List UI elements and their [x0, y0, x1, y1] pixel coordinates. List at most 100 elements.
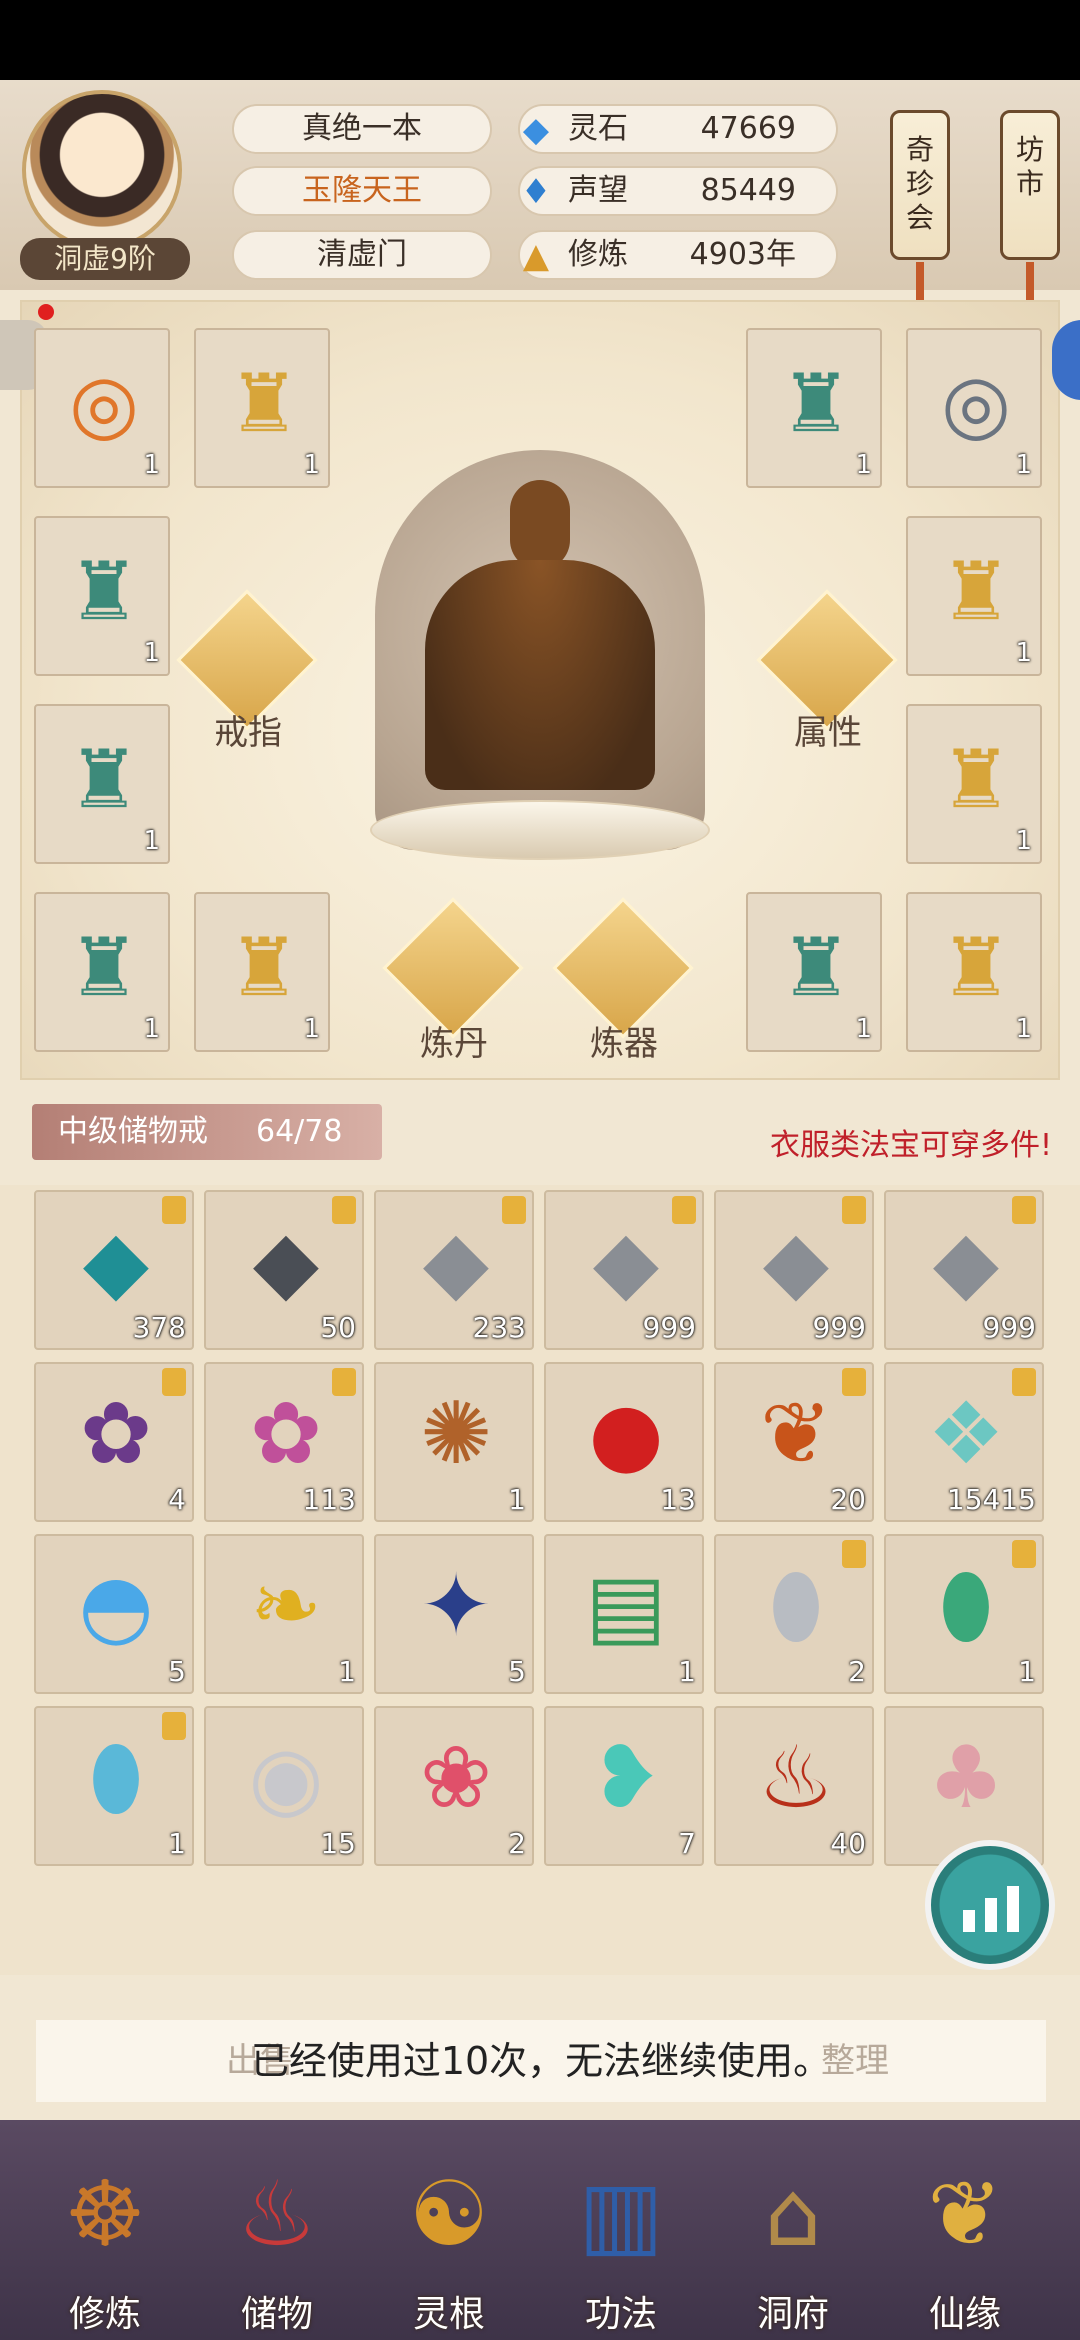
inventory-slot[interactable]: ⬮ 1 [884, 1534, 1044, 1694]
slot-count: 1 [303, 1014, 320, 1044]
inventory-slot[interactable]: ◓ 5 [34, 1534, 194, 1694]
item-count: 4 [168, 1483, 186, 1516]
slot-count: 1 [143, 450, 160, 480]
ring-icon: ◎ [69, 357, 139, 450]
jade-scroll-icon: ▤ [585, 1556, 667, 1656]
nav-item-spirit-root[interactable]: ☯ 灵根 [374, 2135, 524, 2335]
jade-robe-icon: ♜ [780, 357, 852, 450]
inventory-slot[interactable]: ◆ 999 [544, 1190, 704, 1350]
inventory-slot[interactable]: ◆ 378 [34, 1190, 194, 1350]
forge-button-label[interactable]: 炼器 [564, 1016, 684, 1065]
equip-slot-robe[interactable]: ♜ 1 [906, 704, 1042, 864]
inventory-slot[interactable]: ❖ 15415 [884, 1362, 1044, 1522]
inventory-slot[interactable]: ❀ 2 [374, 1706, 534, 1866]
equip-slot-robe[interactable]: ♜ 1 [906, 892, 1042, 1052]
sort-button[interactable]: 整理 [821, 2020, 889, 2102]
golden-robe-icon: ♜ [940, 545, 1012, 638]
lock-icon [332, 1368, 356, 1396]
gourd-icon: ❦ [759, 1384, 833, 1484]
inventory-slot[interactable]: ● 13 [544, 1362, 704, 1522]
notification-dot [38, 304, 54, 320]
realm-badge: 洞虚9阶 [20, 238, 190, 280]
character-silhouette [425, 560, 655, 790]
equip-slot-ring[interactable]: ◎ 1 [34, 328, 170, 488]
market-button[interactable]: 坊 市 [1000, 110, 1060, 260]
equip-slot-robe[interactable]: ♜ 1 [194, 328, 330, 488]
inventory-slot[interactable]: ◆ 50 [204, 1190, 364, 1350]
nav-item-fortune-gourd[interactable]: ❦ 仙缘 [890, 2135, 1040, 2335]
inventory-slot[interactable]: ◉ 15 [204, 1706, 364, 1866]
resource-label: 灵石 [568, 111, 628, 146]
player-name: 真绝一本 [232, 104, 492, 154]
equip-slot-armor[interactable]: ♜ 1 [746, 328, 882, 488]
attribute-button-label[interactable]: 属性 [768, 705, 888, 754]
inventory-slot[interactable]: ✺ 1 [374, 1362, 534, 1522]
equip-slot-armor[interactable]: ♜ 1 [34, 892, 170, 1052]
equip-slot-robe[interactable]: ♜ 1 [194, 892, 330, 1052]
inventory-slot[interactable]: ✿ 4 [34, 1362, 194, 1522]
stats-float-button[interactable] [925, 1840, 1055, 1970]
resource-value: 85449 [700, 173, 796, 208]
jade-robe-icon: ♜ [68, 921, 140, 1014]
item-count: 1 [168, 1827, 186, 1860]
item-count: 2 [848, 1655, 866, 1688]
inventory-slot[interactable]: ✿ 113 [204, 1362, 364, 1522]
inventory-slot[interactable]: ♣ [884, 1706, 1044, 1866]
toast-text: 已经使用过10次，无法继续使用。 [250, 2039, 832, 2083]
slot-count: 1 [143, 1014, 160, 1044]
golden-robe-icon: ♜ [228, 357, 300, 450]
equip-slot-armor[interactable]: ♜ 1 [746, 892, 882, 1052]
alchemy-button-label[interactable]: 炼丹 [394, 1016, 514, 1065]
inventory-slot[interactable]: ⬮ 1 [34, 1706, 194, 1866]
inventory-slot[interactable]: ◆ 999 [714, 1190, 874, 1350]
inventory-slot[interactable]: ❥ 7 [544, 1706, 704, 1866]
beaded-artifact-icon: ✺ [419, 1384, 493, 1484]
nav-label: 储物 [240, 2294, 313, 2335]
jade-beast-icon: ❖ [927, 1384, 1005, 1484]
equip-slot-armor[interactable]: ♜ 1 [34, 704, 170, 864]
bag-header: 中级储物戒 64/78 [32, 1104, 382, 1160]
item-count: 50 [320, 1311, 356, 1344]
equip-slot-robe[interactable]: ♜ 1 [906, 516, 1042, 676]
inventory-slot[interactable]: ⬮ 2 [714, 1534, 874, 1694]
inventory-slot[interactable]: ◆ 999 [884, 1190, 1044, 1350]
cultivation-icon: ▲ [522, 236, 550, 276]
character-silhouette-head [510, 480, 570, 570]
item-count: 999 [812, 1311, 866, 1344]
slot-count: 1 [1015, 1014, 1032, 1044]
item-count: 1 [678, 1655, 696, 1688]
lock-icon [162, 1368, 186, 1396]
inventory-slot[interactable]: ✦ 5 [374, 1534, 534, 1694]
inventory-slot[interactable]: ❦ 20 [714, 1362, 874, 1522]
nav-item-pouch[interactable]: ♨ 储物 [202, 2135, 352, 2335]
item-count: 233 [472, 1311, 526, 1344]
equip-slot-armor[interactable]: ♜ 1 [34, 516, 170, 676]
nav-item-monk[interactable]: ☸ 修炼 [30, 2135, 180, 2335]
slot-count: 1 [855, 450, 872, 480]
silver-ore-icon: ◆ [422, 1212, 490, 1312]
fortune-gourd-icon: ❦ [927, 2162, 1003, 2267]
inventory-slot[interactable]: ♨ 40 [714, 1706, 874, 1866]
slot-count: 1 [303, 450, 320, 480]
golden-robe-icon: ♜ [228, 921, 300, 1014]
reputation-icon: ♦ [520, 172, 552, 212]
nav-item-book[interactable]: ▥ 功法 [546, 2135, 696, 2335]
golden-robe-icon: ♜ [940, 921, 1012, 1014]
inventory-slot[interactable]: ◆ 233 [374, 1190, 534, 1350]
inventory-slot[interactable]: ❧ 1 [204, 1534, 364, 1694]
item-count: 15 [320, 1827, 356, 1860]
bag-name: 中级储物戒 [58, 1114, 208, 1149]
resource-value: 47669 [700, 111, 796, 146]
avatar[interactable] [22, 90, 182, 250]
ring-button-label[interactable]: 戒指 [188, 705, 308, 754]
nav-label: 仙缘 [928, 2294, 1001, 2335]
tea-bowl-icon: ◓ [78, 1556, 154, 1656]
treasure-fair-button[interactable]: 奇 珍 会 [890, 110, 950, 260]
silver-ore-icon: ◆ [762, 1212, 830, 1312]
bag-capacity: 64/78 [256, 1114, 343, 1149]
nav-item-cave-residence[interactable]: ⌂ 洞府 [718, 2135, 868, 2335]
item-count: 13 [660, 1483, 696, 1516]
inventory-slot[interactable]: ▤ 1 [544, 1534, 704, 1694]
slot-count: 1 [1015, 450, 1032, 480]
equip-slot-ring[interactable]: ◎ 1 [906, 328, 1042, 488]
